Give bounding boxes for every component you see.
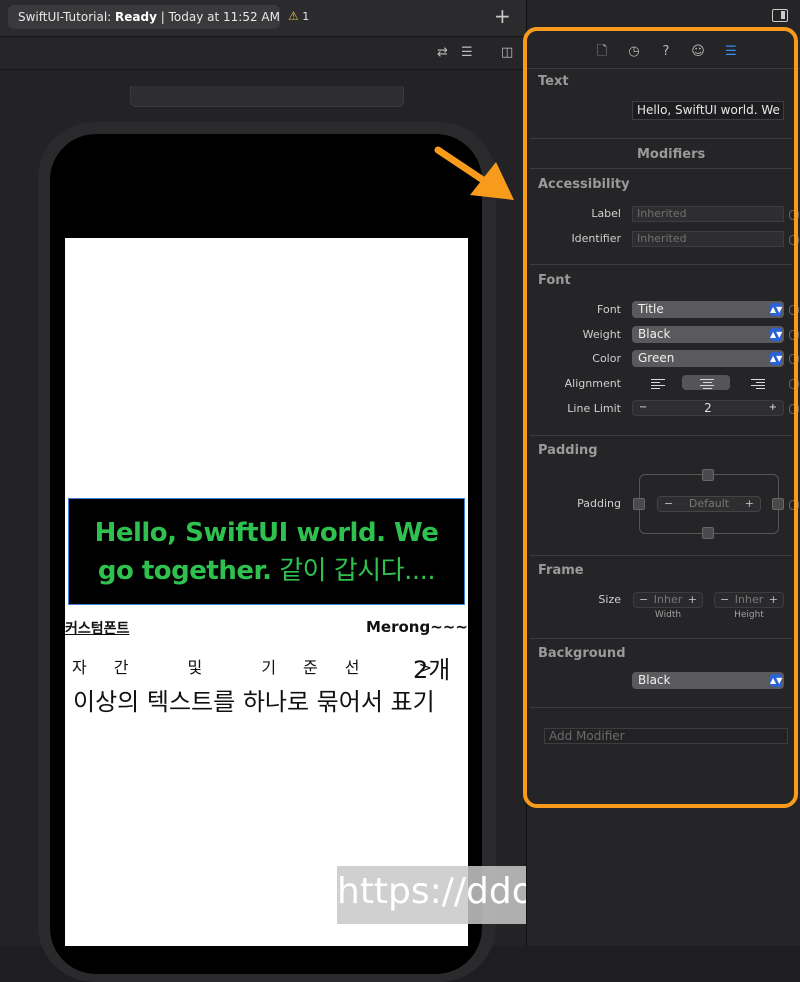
build-state: Ready [115, 10, 157, 24]
warning-indicator[interactable]: ⚠ 1 [288, 9, 309, 23]
warning-icon: ⚠ [288, 9, 299, 23]
editor-options-icon[interactable]: ☰ [461, 45, 473, 60]
hello-line-2: go together. [97, 556, 272, 586]
split-editor-icon[interactable]: ◫ [501, 45, 513, 60]
activity-status: SwiftUI-Tutorial: Ready | Today at 11:52… [8, 5, 280, 29]
custom-font-text: 커스텀폰트 [65, 621, 130, 637]
hello-line-1: Hello, SwiftUI world. We [94, 518, 439, 548]
warning-count: 1 [302, 10, 310, 23]
kerning-text-suffix: 2개 [413, 656, 451, 684]
inspector-toggle-icon[interactable] [772, 9, 788, 22]
preview-controls[interactable] [130, 86, 404, 107]
swap-icon[interactable]: ⇄ [437, 45, 448, 60]
kerning-text: 자간 및 기준선 > [72, 658, 459, 677]
orange-arrow-icon [434, 146, 514, 200]
project-name: SwiftUI-Tutorial: [18, 10, 112, 24]
build-time: | Today at 11:52 AM [160, 10, 280, 24]
editor-jump-bar: ⇄ ☰ ◫ [0, 37, 527, 70]
highlight-frame [523, 27, 798, 808]
selected-text-view[interactable]: Hello, SwiftUI world. We go together. 같이… [68, 498, 465, 605]
combined-text: 이상의 텍스트를 하나로 묶어서 표기 [73, 688, 435, 716]
add-button[interactable]: + [494, 4, 511, 28]
hello-line-2-korean: 같이 갑시다.... [271, 556, 436, 586]
merong-text: Merong~~~ [366, 618, 468, 636]
